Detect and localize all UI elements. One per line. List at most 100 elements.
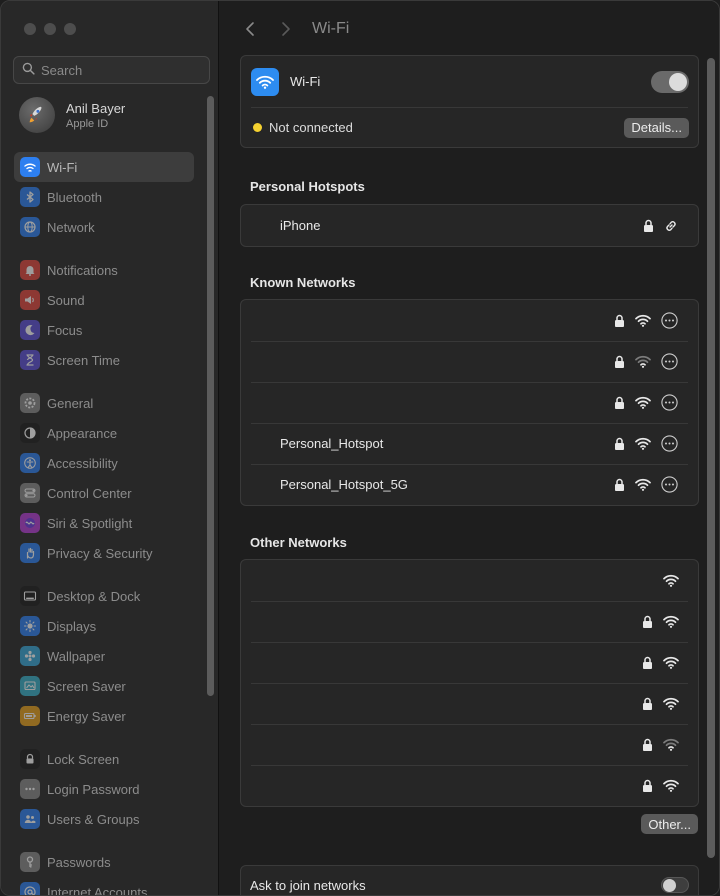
sidebar-item-label: Siri & Spotlight <box>47 515 133 531</box>
sidebar-item-label: General <box>47 395 94 411</box>
sidebar-item-siri-spotlight[interactable]: Siri & Spotlight <box>14 508 194 538</box>
zoom-window-button[interactable] <box>64 23 76 35</box>
known-network-row[interactable] <box>241 341 698 382</box>
speaker-icon <box>20 290 40 310</box>
sidebar-item-label: Wallpaper <box>47 648 106 664</box>
accessibility-icon <box>20 453 40 473</box>
sidebar-item-privacy-security[interactable]: Privacy & Security <box>14 538 194 568</box>
other-network-row[interactable] <box>241 560 698 601</box>
minimize-window-button[interactable] <box>44 23 56 35</box>
ask-to-join-toggle[interactable] <box>661 877 689 893</box>
search-icon <box>22 62 35 78</box>
sidebar-item-label: Bluetooth <box>47 189 102 205</box>
sidebar-scrollbar[interactable] <box>207 96 214 696</box>
toolbar: Wi-Fi <box>240 15 349 43</box>
hourglass-icon <box>20 350 40 370</box>
other-network-row[interactable] <box>241 601 698 642</box>
lock-icon <box>614 437 625 450</box>
globe-icon <box>20 217 40 237</box>
sidebar-item-appearance[interactable]: Appearance <box>14 418 194 448</box>
sidebar-item-general[interactable]: General <box>14 388 194 418</box>
rocket-icon <box>29 106 42 123</box>
sidebar-item-displays[interactable]: Displays <box>14 611 194 641</box>
toggle-knob <box>669 72 687 91</box>
sidebar-item-network[interactable]: Network <box>14 212 194 242</box>
sidebar-item-screen-time[interactable]: Screen Time <box>14 345 194 375</box>
known-network-row[interactable] <box>241 382 698 423</box>
sidebar-item-label: Displays <box>47 618 97 634</box>
more-options-icon[interactable] <box>661 476 678 493</box>
lock-icon <box>642 697 653 710</box>
wifi-signal-icon <box>663 779 679 792</box>
more-options-icon[interactable] <box>661 435 678 452</box>
network-status-icons <box>614 312 678 329</box>
search-field[interactable] <box>13 56 210 84</box>
sidebar-separator <box>14 568 194 581</box>
network-name: Personal_Hotspot_5G <box>280 477 408 492</box>
more-options-icon[interactable] <box>661 312 678 329</box>
lock-icon <box>614 396 625 409</box>
page-title: Wi-Fi <box>312 20 350 37</box>
other-network-row[interactable] <box>241 683 698 724</box>
sidebar-item-accessibility[interactable]: Accessibility <box>14 448 194 478</box>
sidebar-item-label: Energy Saver <box>47 708 126 724</box>
other-network-row[interactable] <box>241 724 698 765</box>
sidebar-item-energy-saver[interactable]: Energy Saver <box>14 701 194 731</box>
details-button[interactable]: Details... <box>624 117 689 138</box>
control-center-icon <box>20 483 40 503</box>
sidebar-separator <box>14 242 194 255</box>
known-network-row[interactable] <box>241 300 698 341</box>
wifi-label: Wi-Fi <box>290 74 321 89</box>
hotspot-row[interactable]: iPhone <box>241 205 698 246</box>
wifi-app-icon <box>251 67 279 96</box>
wifi-status-text: Not connected <box>269 120 353 135</box>
sidebar-item-sound[interactable]: Sound <box>14 285 194 315</box>
wifi-toggle[interactable] <box>651 70 689 93</box>
network-status-icons <box>642 697 679 710</box>
other-network-button[interactable]: Other... <box>641 814 698 834</box>
forward-button[interactable] <box>276 15 296 43</box>
other-network-row[interactable] <box>241 765 698 806</box>
sidebar-item-notifications[interactable]: Notifications <box>14 255 194 285</box>
sidebar-item-bluetooth[interactable]: Bluetooth <box>14 182 194 212</box>
sidebar-item-desktop-dock[interactable]: Desktop & Dock <box>14 581 194 611</box>
back-button[interactable] <box>240 15 260 43</box>
flower-icon <box>20 646 40 666</box>
sidebar-item-internet-accounts[interactable]: Internet Accounts <box>14 877 194 895</box>
lock-icon <box>642 615 653 628</box>
known-network-row[interactable]: Personal_Hotspot <box>241 423 698 464</box>
wifi-signal-icon <box>635 396 651 409</box>
sun-icon <box>20 616 40 636</box>
search-input[interactable] <box>41 62 201 78</box>
wifi-signal-icon <box>635 314 651 327</box>
sidebar-item-lock-screen[interactable]: Lock Screen <box>14 744 194 774</box>
battery-icon <box>20 706 40 726</box>
lock-screen-icon <box>20 749 40 769</box>
sidebar-item-focus[interactable]: Focus <box>14 315 194 345</box>
bluetooth-icon <box>20 187 40 207</box>
known-network-row[interactable]: Personal_Hotspot_5G <box>241 464 698 505</box>
sidebar-item-label: Network <box>47 219 95 235</box>
sidebar-item-wi-fi[interactable]: Wi-Fi <box>14 152 194 182</box>
sidebar-item-users-groups[interactable]: Users & Groups <box>14 804 194 834</box>
sidebar-item-screen-saver[interactable]: Screen Saver <box>14 671 194 701</box>
more-options-icon[interactable] <box>661 394 678 411</box>
network-status-icons <box>614 353 678 370</box>
apple-id-profile[interactable]: Anil Bayer Apple ID <box>19 97 125 133</box>
other-network-row[interactable] <box>241 642 698 683</box>
main-scrollbar[interactable] <box>707 58 715 858</box>
sidebar-item-login-password[interactable]: Login Password <box>14 774 194 804</box>
sidebar-list: Wi-Fi Bluetooth Network Notifications Sound F… <box>14 152 194 895</box>
sidebar-item-label: Wi-Fi <box>47 159 78 175</box>
sidebar-item-wallpaper[interactable]: Wallpaper <box>14 641 194 671</box>
sidebar-item-control-center[interactable]: Control Center <box>14 478 194 508</box>
sidebar-item-label: Login Password <box>47 781 140 797</box>
more-options-icon[interactable] <box>661 353 678 370</box>
close-window-button[interactable] <box>24 23 36 35</box>
sidebar-item-label: Screen Saver <box>47 678 126 694</box>
sidebar-item-passwords[interactable]: Passwords <box>14 847 194 877</box>
known-networks-title: Known Networks <box>250 275 356 290</box>
hand-icon <box>20 543 40 563</box>
sidebar-separator <box>14 834 194 847</box>
sidebar-item-label: Sound <box>47 292 85 308</box>
